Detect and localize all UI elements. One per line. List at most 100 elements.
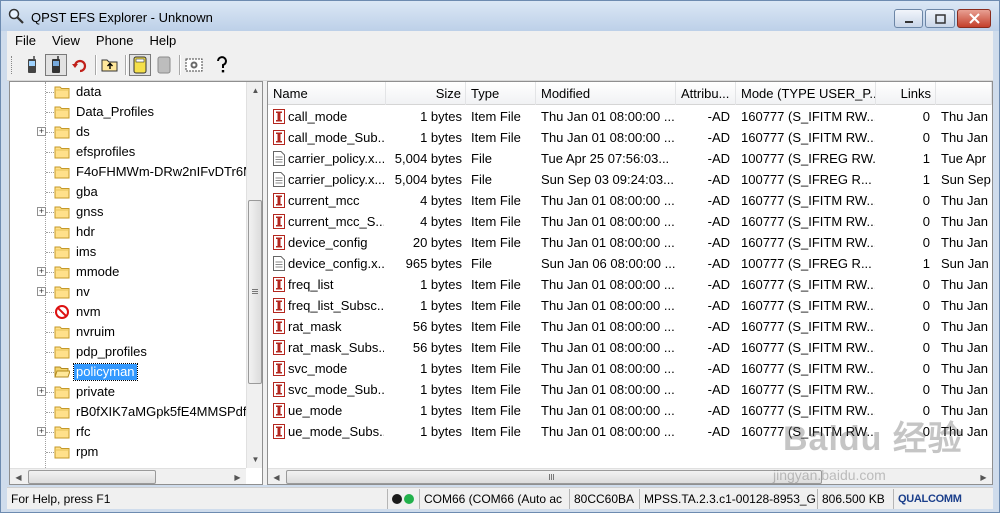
table-row[interactable]: svc_mode 1 bytes Item File Thu Jan 01 08:00… bbox=[268, 358, 992, 379]
cell-links: 0 bbox=[922, 193, 930, 208]
table-row[interactable]: ue_mode 1 bytes Item File Thu Jan 01 08:00:… bbox=[268, 400, 992, 421]
scroll-right-arrow-icon[interactable]: ▶ bbox=[229, 469, 246, 484]
tree-vertical-scrollbar[interactable]: ▲ ▼ bbox=[246, 82, 262, 468]
cell-links: 0 bbox=[922, 403, 930, 418]
maximize-button[interactable] bbox=[925, 9, 955, 28]
document-icon bbox=[273, 151, 285, 166]
tree-branch-line bbox=[46, 92, 54, 93]
column-header-mode[interactable]: Mode (TYPE USER_P... bbox=[736, 82, 876, 105]
list-hscroll-thumb[interactable] bbox=[286, 470, 822, 484]
tree-branch-line bbox=[46, 352, 54, 353]
tree-scroll-thumb[interactable] bbox=[248, 200, 262, 384]
scroll-up-arrow-icon[interactable]: ▲ bbox=[247, 82, 262, 99]
expand-plus-icon[interactable]: + bbox=[37, 127, 46, 136]
scroll-down-arrow-icon[interactable]: ▼ bbox=[247, 451, 262, 468]
drive-gray-button[interactable] bbox=[153, 54, 175, 76]
table-row[interactable]: current_mcc 4 bytes Item File Thu Jan 01 08… bbox=[268, 190, 992, 211]
expand-plus-icon[interactable]: + bbox=[37, 207, 46, 216]
table-row[interactable]: rat_mask_Subs... 56 bytes Item File Thu Jan… bbox=[268, 337, 992, 358]
menu-help[interactable]: Help bbox=[142, 31, 185, 51]
toolbar-grip[interactable] bbox=[11, 56, 14, 74]
help-button[interactable] bbox=[211, 54, 233, 76]
table-row[interactable]: call_mode 1 bytes Item File Thu Jan 01 08:0… bbox=[268, 106, 992, 127]
column-header-extra[interactable] bbox=[936, 82, 992, 105]
expand-plus-icon[interactable]: + bbox=[37, 267, 46, 276]
tree-item[interactable]: rB0fXIK7aMGpk5fE4MMSPdf bbox=[10, 402, 246, 422]
tree-item[interactable]: ims bbox=[10, 242, 246, 262]
tree-item[interactable]: + private bbox=[10, 382, 246, 402]
tree-item[interactable]: policyman bbox=[10, 362, 246, 382]
tree-hscroll-thumb[interactable] bbox=[28, 470, 156, 484]
scroll-right-arrow-icon[interactable]: ▶ bbox=[975, 469, 992, 484]
title-bar[interactable]: QPST EFS Explorer - Unknown bbox=[1, 1, 999, 31]
tree-item[interactable]: hdr bbox=[10, 222, 246, 242]
tree-item[interactable]: + mmode bbox=[10, 262, 246, 282]
drive-button[interactable] bbox=[129, 54, 151, 76]
folder-icon bbox=[54, 226, 70, 239]
tree-item[interactable]: pdp_profiles bbox=[10, 342, 246, 362]
table-row[interactable]: freq_list 1 bytes Item File Thu Jan 01 08:0… bbox=[268, 274, 992, 295]
cell-type: Item File bbox=[471, 340, 521, 355]
menu-file[interactable]: File bbox=[7, 31, 44, 51]
table-row[interactable]: svc_mode_Sub... 1 bytes Item File Thu Jan 0… bbox=[268, 379, 992, 400]
phone-select-button[interactable] bbox=[45, 54, 67, 76]
tree-item[interactable]: + gnss bbox=[10, 202, 246, 222]
cell-name: svc_mode_Sub... bbox=[288, 382, 384, 397]
tree-item[interactable]: efsprofiles bbox=[10, 142, 246, 162]
cell-type: Item File bbox=[471, 130, 521, 145]
table-row[interactable]: carrier_policy.x... 5,004 bytes File Tue Ap… bbox=[268, 148, 992, 169]
column-header-attributes[interactable]: Attribu... bbox=[676, 82, 736, 105]
column-header-links[interactable]: Links bbox=[876, 82, 936, 105]
column-header-type[interactable]: Type bbox=[466, 82, 536, 105]
expand-plus-icon[interactable]: + bbox=[37, 287, 46, 296]
cell-mode: 160777 (S_IFITM RW... bbox=[741, 361, 875, 376]
table-row[interactable]: carrier_policy.x... 5,004 bytes File Sun Se… bbox=[268, 169, 992, 190]
column-header-modified[interactable]: Modified bbox=[536, 82, 676, 105]
menu-view[interactable]: View bbox=[44, 31, 88, 51]
tree-item[interactable]: F4oFHMWm-DRw2nIFvDTr6M bbox=[10, 162, 246, 182]
tree-item[interactable]: + ds bbox=[10, 122, 246, 142]
cell-type: File bbox=[471, 256, 492, 271]
table-row[interactable]: freq_list_Subsc... 1 bytes Item File Thu Ja… bbox=[268, 295, 992, 316]
scroll-left-arrow-icon[interactable]: ◀ bbox=[10, 469, 27, 484]
tree-branch-line bbox=[46, 252, 54, 253]
expand-plus-icon[interactable]: + bbox=[37, 427, 46, 436]
tree-item[interactable]: nvruim bbox=[10, 322, 246, 342]
table-row[interactable]: ue_mode_Subs... 1 bytes Item File Thu Jan 0… bbox=[268, 421, 992, 442]
scroll-left-arrow-icon[interactable]: ◀ bbox=[268, 469, 285, 484]
table-row[interactable]: call_mode_Sub... 1 bytes Item File Thu Jan … bbox=[268, 127, 992, 148]
tree-item[interactable]: gba bbox=[10, 182, 246, 202]
column-header-size[interactable]: Size bbox=[386, 82, 466, 105]
cell-attr: -AD bbox=[707, 340, 730, 355]
tree-item[interactable]: data bbox=[10, 82, 246, 102]
tree-item-label: F4oFHMWm-DRw2nIFvDTr6M bbox=[76, 164, 246, 179]
list-horizontal-scrollbar[interactable]: ◀ ▶ bbox=[268, 468, 992, 484]
tree-branch-line bbox=[46, 152, 54, 153]
table-row[interactable]: device_config 20 bytes Item File Thu Jan 01… bbox=[268, 232, 992, 253]
column-header-name[interactable]: Name bbox=[268, 82, 386, 105]
cell-type: Item File bbox=[471, 382, 521, 397]
tree-item-label: ims bbox=[76, 244, 97, 259]
tree-horizontal-scrollbar[interactable]: ◀ ▶ bbox=[10, 468, 246, 484]
minimize-button[interactable] bbox=[894, 9, 923, 28]
table-row[interactable]: current_mcc_S... 4 bytes Item File Thu Jan … bbox=[268, 211, 992, 232]
settings-button[interactable] bbox=[183, 54, 205, 76]
expand-plus-icon[interactable]: + bbox=[37, 387, 46, 396]
tree-item[interactable]: rpm bbox=[10, 442, 246, 462]
cell-type: Item File bbox=[471, 319, 521, 334]
table-row[interactable]: rat_mask 56 bytes Item File Thu Jan 01 08:0… bbox=[268, 316, 992, 337]
cell-extra: Thu Jan bbox=[941, 403, 988, 418]
phone-button[interactable] bbox=[21, 54, 43, 76]
tree-item[interactable]: + rfc bbox=[10, 422, 246, 442]
tree-item[interactable]: Data_Profiles bbox=[10, 102, 246, 122]
tree-item[interactable]: + nv bbox=[10, 282, 246, 302]
refresh-button[interactable] bbox=[69, 54, 91, 76]
close-button[interactable] bbox=[957, 9, 991, 28]
menu-phone[interactable]: Phone bbox=[88, 31, 142, 51]
cell-modified: Thu Jan 01 08:00:00 ... bbox=[541, 214, 675, 229]
table-row[interactable]: device_config.x... 965 bytes File Sun Jan 0… bbox=[268, 253, 992, 274]
folder-icon bbox=[54, 146, 70, 159]
app-window: QPST EFS Explorer - Unknown File View Ph… bbox=[0, 0, 1000, 513]
tree-item[interactable]: nvm bbox=[10, 302, 246, 322]
up-folder-button[interactable] bbox=[99, 54, 121, 76]
